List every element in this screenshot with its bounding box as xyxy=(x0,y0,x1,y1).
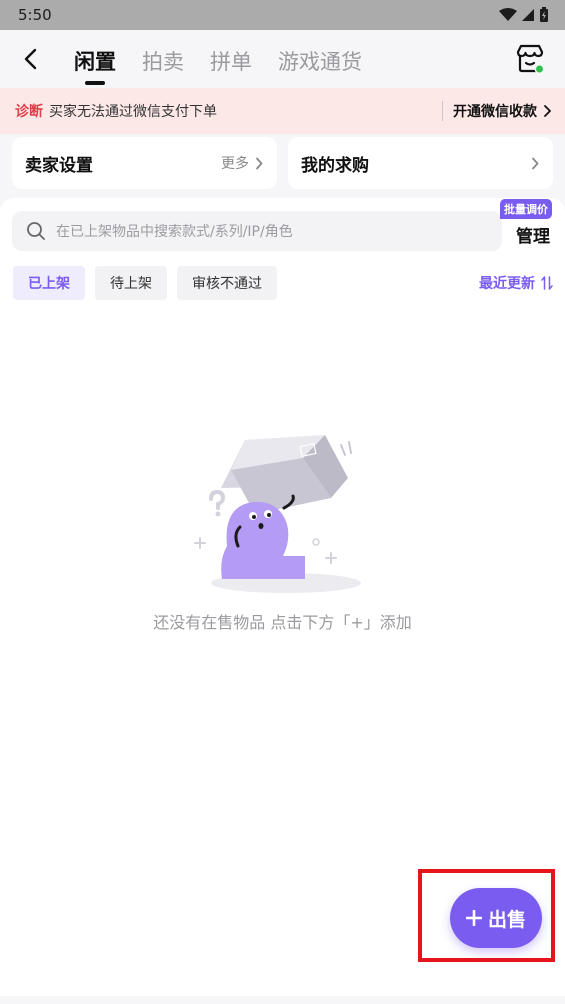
tab-game-currency[interactable]: 游戏通货 xyxy=(278,46,362,76)
shop-button[interactable] xyxy=(513,42,547,76)
manage-area: 批量调价 管理 xyxy=(500,198,552,247)
shortcut-cards: 卖家设置 更多 我的求购 xyxy=(0,135,565,189)
my-requests-card[interactable]: 我的求购 xyxy=(288,137,553,189)
empty-box-illustration xyxy=(193,435,361,593)
tab-auction[interactable]: 拍卖 xyxy=(142,46,184,76)
empty-state-message: 还没有在售物品 点击下方「+」添加 xyxy=(153,613,412,632)
divider xyxy=(442,101,443,121)
store-icon xyxy=(516,44,545,74)
tab-group-buy[interactable]: 拼单 xyxy=(210,46,252,76)
diagnosis-message: 买家无法通过微信支付下单 xyxy=(49,104,217,120)
signal-icon xyxy=(522,9,534,21)
enable-wechat-payment-label: 开通微信收款 xyxy=(453,104,537,120)
top-navigation: 闲置 拍卖 拼单 游戏通货 xyxy=(0,30,565,88)
diagnosis-banner: 诊断 买家无法通过微信支付下单 开通微信收款 xyxy=(0,88,565,134)
status-filters: 已上架 待上架 审核不通过 最近更新 xyxy=(0,251,565,300)
chevron-right-icon xyxy=(544,105,551,117)
my-requests-title: 我的求购 xyxy=(301,155,369,176)
enable-wechat-payment-button[interactable]: 开通微信收款 xyxy=(453,101,551,121)
seller-settings-title: 卖家设置 xyxy=(25,155,93,176)
search-input[interactable]: 在已上架物品中搜索款式/系列/IP/角色 xyxy=(12,211,502,251)
sort-label: 最近更新 xyxy=(479,276,535,292)
chevron-right-icon xyxy=(256,157,263,169)
filter-pending[interactable]: 待上架 xyxy=(95,266,167,300)
tab-idle[interactable]: 闲置 xyxy=(74,46,116,76)
status-icons xyxy=(499,7,549,23)
search-row: 在已上架物品中搜索款式/系列/IP/角色 批量调价 管理 xyxy=(0,198,565,251)
search-placeholder: 在已上架物品中搜索款式/系列/IP/角色 xyxy=(56,224,293,240)
chevron-left-icon xyxy=(24,48,37,70)
plus-icon xyxy=(465,910,482,926)
sort-icon xyxy=(541,276,553,290)
status-time: 5:50 xyxy=(18,6,52,24)
sell-button[interactable]: 出售 xyxy=(450,888,542,948)
diagnosis-tag: 诊断 xyxy=(15,104,43,120)
status-bar: 5:50 xyxy=(0,0,565,30)
chevron-right-icon xyxy=(532,157,539,169)
wifi-icon xyxy=(499,8,517,21)
empty-state: 还没有在售物品 点击下方「+」添加 xyxy=(0,428,565,633)
manage-button[interactable]: 管理 xyxy=(516,222,550,247)
seller-settings-more[interactable]: 更多 xyxy=(221,153,263,173)
battery-icon xyxy=(540,7,548,22)
sell-label: 出售 xyxy=(487,908,526,931)
filter-listed[interactable]: 已上架 xyxy=(13,266,85,300)
filter-rejected[interactable]: 审核不通过 xyxy=(177,266,277,300)
back-button[interactable] xyxy=(0,30,60,88)
bulk-price-badge[interactable]: 批量调价 xyxy=(500,198,552,219)
search-icon xyxy=(27,222,45,240)
tab-bar: 闲置 拍卖 拼单 游戏通货 xyxy=(74,30,362,88)
more-label: 更多 xyxy=(221,156,249,172)
bottom-bar xyxy=(0,996,565,1004)
sort-button[interactable]: 最近更新 xyxy=(479,273,553,293)
seller-settings-card[interactable]: 卖家设置 更多 xyxy=(12,137,277,189)
